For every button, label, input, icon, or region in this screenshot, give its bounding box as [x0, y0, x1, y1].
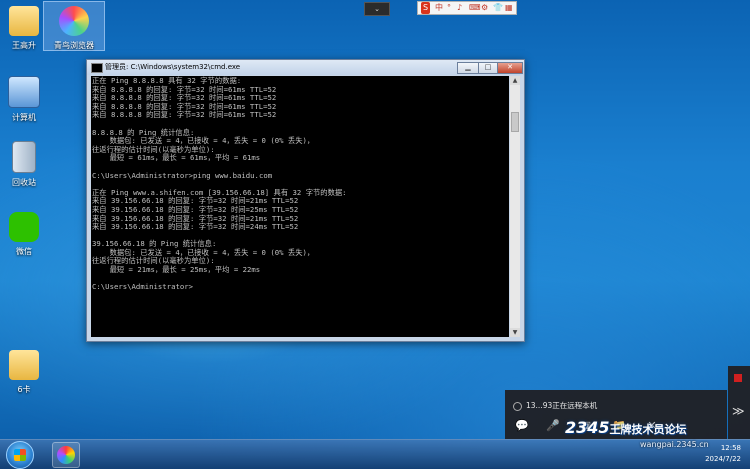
window-title: 管理员: C:\Windows\system32\cmd.exe: [105, 63, 241, 71]
remote-status: 13...93正在远程本机: [513, 400, 597, 411]
browser-icon: [57, 446, 75, 464]
microphone-icon[interactable]: 🎤: [545, 418, 561, 434]
recycle-bin-icon: [12, 141, 36, 173]
cmd-icon: [91, 63, 103, 73]
ime-toolbar[interactable]: S 中 ° ♪ ⌨ ⚙ 👕 ▦: [417, 1, 517, 15]
cmd-titlebar[interactable]: 管理员: C:\Windows\system32\cmd.exe ▁ □ ✕: [87, 60, 524, 75]
settings-icon[interactable]: ⚙: [481, 2, 488, 14]
scroll-down-icon[interactable]: ▼: [510, 328, 520, 337]
scroll-thumb[interactable]: [511, 112, 519, 132]
browser-icon: [59, 6, 89, 36]
chevron-down-icon[interactable]: ⌄: [364, 2, 390, 16]
punctuation-icon[interactable]: °: [447, 2, 451, 14]
remote-side-panel[interactable]: ≫: [728, 366, 750, 439]
desktop-icon-label: 6卡: [17, 385, 31, 394]
console-text: 正在 Ping 8.8.8.8 具有 32 字节的数据: 来自 8.8.8.8 …: [92, 76, 347, 292]
skin-icon[interactable]: 👕: [493, 2, 503, 14]
computer-icon: [8, 76, 40, 108]
flag-icon: [734, 374, 742, 382]
wechat-icon: [9, 212, 39, 242]
user-icon: [513, 401, 522, 411]
desktop-icon-label: 计算机: [12, 113, 36, 122]
watermark-brand: 2345: [565, 418, 610, 437]
taskbar-app-browser[interactable]: [52, 442, 80, 468]
watermark: 2345王牌技术员论坛: [565, 418, 687, 437]
keyboard-icon[interactable]: ⌨: [469, 2, 481, 14]
close-button[interactable]: ✕: [497, 62, 523, 74]
desktop-icon-recycle-bin[interactable]: 回收站: [0, 141, 54, 188]
folder-icon: [9, 350, 39, 380]
watermark-text: 王牌技术员论坛: [609, 423, 687, 436]
console-output[interactable]: 正在 Ping 8.8.8.8 具有 32 字节的数据: 来自 8.8.8.8 …: [91, 76, 509, 337]
vertical-scrollbar[interactable]: ▲ ▼: [510, 76, 520, 337]
desktop-icon-label: 青鸟浏览器: [54, 41, 94, 50]
remote-status-text: 13...93正在远程本机: [526, 401, 598, 410]
sogou-icon[interactable]: S: [421, 2, 431, 14]
folder-icon: [9, 6, 39, 36]
clock-date: 2024/7/22: [705, 455, 741, 463]
taskbar: 12:58 2024/7/22: [0, 439, 750, 469]
chinese-mode-icon[interactable]: 中: [435, 2, 443, 14]
windows-logo-icon: [14, 449, 26, 461]
desktop-icon-wechat[interactable]: 微信: [0, 212, 54, 257]
desktop-icon-label: 回收站: [12, 178, 36, 187]
maximize-button[interactable]: □: [478, 62, 498, 74]
start-button[interactable]: [6, 441, 34, 469]
desktop-icon-label: 微信: [16, 247, 32, 256]
cmd-window[interactable]: 管理员: C:\Windows\system32\cmd.exe ▁ □ ✕ 正…: [86, 59, 525, 342]
scroll-up-icon[interactable]: ▲: [510, 76, 520, 85]
desktop-icon-qingniao-browser[interactable]: 青鸟浏览器: [43, 1, 105, 51]
chevron-double-down-icon[interactable]: ≫: [732, 404, 745, 418]
voice-icon[interactable]: ♪: [457, 2, 462, 14]
desktop-icon-folder-6ka[interactable]: 6卡: [0, 350, 54, 395]
desktop-icon-computer[interactable]: 计算机: [0, 76, 54, 123]
grid-icon[interactable]: ▦: [505, 2, 513, 14]
watermark-url: wangpai.2345.cn: [640, 440, 709, 449]
minimize-button[interactable]: ▁: [457, 62, 479, 74]
chat-icon[interactable]: 💬: [514, 418, 530, 434]
